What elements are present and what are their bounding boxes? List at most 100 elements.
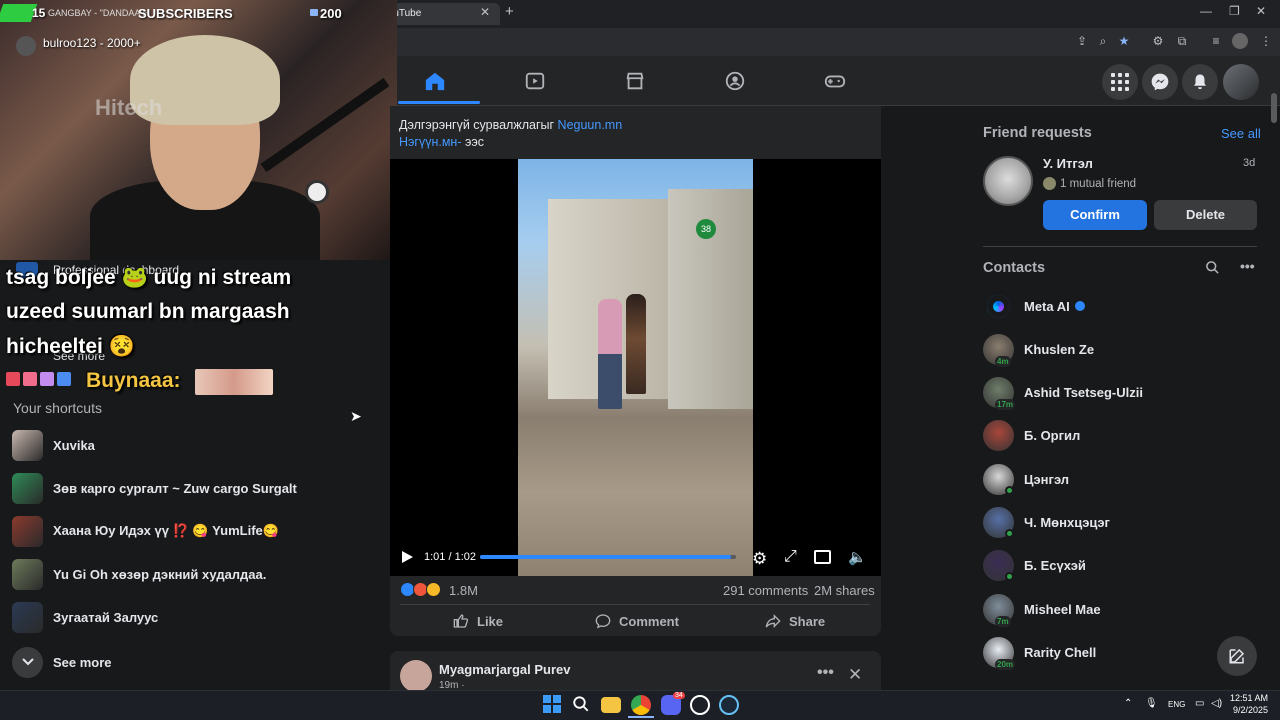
mutual-friends-text[interactable]: 1 mutual friend [1060,178,1136,190]
account-avatar[interactable] [1223,64,1259,100]
clock-date[interactable]: 9/2/2025 [1228,705,1268,715]
maximize-button[interactable]: ❐ [1229,4,1240,18]
new-message-button[interactable] [1217,636,1257,676]
fullscreen-icon[interactable]: ⤢ [784,548,797,566]
shortcut-item[interactable]: Хаана Юу Идэх үү ⁉️ 😋 YumLife😋 [12,514,279,548]
shortcut-item[interactable]: Xuvika [12,428,95,462]
picture-in-picture-icon[interactable] [814,550,831,564]
contact-item[interactable]: 20m Rarity Chell [983,634,1096,670]
video-progress-bar[interactable] [480,555,736,559]
contact-item[interactable]: Ч. Мөнхцэцэг [983,505,1110,541]
compose-icon [1229,648,1245,664]
video-time: 1:01 / 1:02 [424,551,476,563]
notifications-button[interactable] [1182,64,1218,100]
chevron-down-icon [12,646,43,678]
minimize-button[interactable]: — [1200,4,1212,18]
page-scrollbar[interactable] [1271,93,1277,123]
clock-time[interactable]: 12:51 AM [1228,693,1268,703]
marketplace-icon[interactable] [624,70,646,92]
contacts-title: Contacts [983,260,1046,276]
shortcut-item[interactable]: Зугаатай Залуус [12,600,158,634]
thumbs-up-icon [453,614,469,628]
contact-item[interactable]: Цэнгэл [983,461,1069,497]
close-post-icon[interactable]: ✕ [848,665,862,685]
search-contacts-icon[interactable] [1205,260,1220,280]
contact-name: Meta AI [1024,298,1070,314]
settings-gear-icon[interactable]: ⚙ [752,549,767,569]
shortcuts-title: Your shortcuts [13,400,102,416]
menu-icon[interactable]: ⋮ [1258,33,1274,49]
bookmark-star-icon[interactable]: ★ [1116,33,1132,49]
person-dark-dress [626,294,646,394]
shortcut-item[interactable]: Yu Gi Oh хөзөр дэкний худалдаа. [12,557,266,591]
delete-button[interactable]: Delete [1154,200,1257,230]
file-explorer-icon[interactable] [601,697,621,713]
contact-name: Rarity Chell [1024,644,1097,660]
extension-icon[interactable]: ⚙ [1150,33,1166,49]
post-actions-divider [400,604,870,605]
language-indicator[interactable]: ENG [1168,700,1185,709]
share-button[interactable]: Share [765,611,825,631]
friend-request-avatar[interactable] [983,156,1033,206]
contact-item[interactable]: Б. Оргил [983,418,1080,454]
neguun-mn-link[interactable]: Нэгүүн.мн- [399,135,462,149]
install-icon[interactable]: ⇪ [1074,33,1090,49]
media-icon[interactable]: ≡ [1208,33,1224,49]
bits-badge-icon [57,372,71,386]
profile-icon[interactable] [1232,33,1248,49]
play-button[interactable] [400,550,414,569]
reactions-count[interactable]: 1.8M [449,583,478,598]
last-active-badge: 7m [995,615,1011,627]
post2-author-avatar[interactable] [400,660,432,692]
comments-count[interactable]: 291 comments [723,583,808,598]
network-icon[interactable]: ▭ [1195,698,1204,709]
chat-badges [6,372,71,386]
chrome-icon[interactable] [631,695,651,715]
last-active-badge: 20m [995,658,1016,670]
neguun-link[interactable]: Neguun.mn [558,118,623,132]
contact-item[interactable]: 17m Ashid Tsetseg-Ulzii [983,375,1143,411]
more-options-icon[interactable]: ••• [817,664,834,682]
contact-name: Ч. Мөнхцэцэг [1024,515,1110,530]
like-button[interactable]: Like [453,611,503,631]
microphone-icon[interactable]: 🎙 [1145,698,1158,709]
contact-item[interactable]: Meta AI [983,288,1085,324]
volume-tray-icon[interactable]: ◁) [1211,698,1222,709]
last-active-badge: 17m [995,399,1016,411]
menu-grid-button[interactable] [1102,64,1138,100]
tray-overflow-icon[interactable]: ⌃ [1124,698,1132,709]
post2-author-name[interactable]: Myagmarjargal Purev [439,662,571,677]
shortcut-item[interactable]: Зөв карго сургалт ~ Zuw cargo Surgalt [12,471,297,505]
puzzle-icon[interactable]: ⧉ [1174,33,1190,49]
see-more-shortcuts-button[interactable]: See more [12,645,112,679]
obs-icon[interactable] [690,695,710,715]
mic-icon [305,180,329,204]
shortcut-label: Хаана Юу Идэх үү ⁉️ 😋 YumLife😋 [53,523,279,538]
contact-item[interactable]: Б. Есүхэй [983,548,1086,584]
messenger-button[interactable] [1142,64,1178,100]
video-icon[interactable] [524,70,546,92]
taskbar-search-icon[interactable] [572,695,592,715]
contact-item[interactable]: 4m Khuslen Ze [983,331,1094,367]
close-window-button[interactable]: ✕ [1256,4,1266,18]
groups-icon[interactable] [724,70,746,92]
play-icon [402,551,413,563]
volume-icon[interactable]: 🔈 [848,548,867,566]
comment-button[interactable]: Comment [595,611,679,631]
see-all-link[interactable]: See all [1221,126,1261,141]
windows-start-icon[interactable] [543,695,563,715]
contact-item[interactable]: 7m Misheel Mae [983,591,1101,627]
contacts-options-icon[interactable]: ••• [1240,258,1255,274]
shares-count[interactable]: 2M shares [814,583,875,598]
gaming-icon[interactable] [824,70,846,92]
confirm-button[interactable]: Confirm [1043,200,1147,230]
steam-icon[interactable] [719,695,739,715]
friend-request-name[interactable]: У. Итгэл [1043,156,1093,171]
zoom-icon[interactable]: ⌕ [1095,33,1111,49]
home-icon[interactable] [424,70,446,92]
last-active-badge: 4m [995,355,1011,367]
tab-close-icon[interactable]: ✕ [480,5,490,19]
video-frame[interactable]: 38 [518,159,753,576]
contact-avatar: 4m [983,333,1014,367]
new-tab-icon[interactable]: + [505,3,514,20]
